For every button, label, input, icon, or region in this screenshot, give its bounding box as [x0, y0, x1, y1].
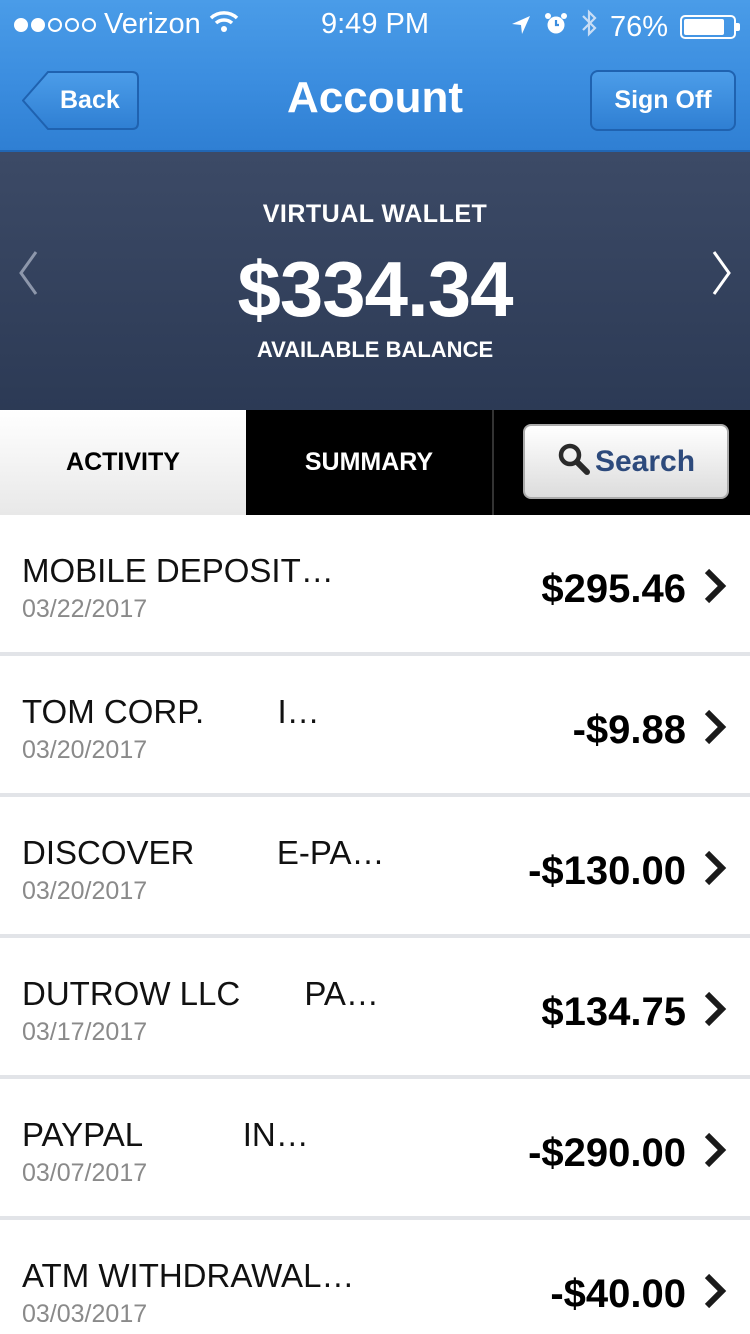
alarm-icon	[544, 11, 568, 44]
transaction-description: PAYPAL IN…	[22, 1116, 309, 1153]
transaction-row[interactable]: ATM WITHDRAWAL… 03/03/2017 -$40.00	[0, 1220, 750, 1334]
sign-off-button[interactable]: Sign Off	[590, 70, 736, 131]
tab-bar: ACTIVITY SUMMARY Search	[0, 410, 750, 515]
transaction-description: MOBILE DEPOSIT…	[22, 552, 334, 589]
location-icon	[510, 11, 532, 44]
transaction-description: DUTROW LLC PA…	[22, 975, 379, 1012]
transaction-amount: $134.75	[541, 990, 686, 1034]
balance-caption: AVAILABLE BALANCE	[256, 337, 494, 362]
transaction-date: 03/20/2017	[22, 736, 148, 764]
transaction-date: 03/07/2017	[22, 1159, 148, 1187]
chevron-right-icon	[702, 567, 728, 610]
transaction-row[interactable]: PAYPAL IN… 03/07/2017 -$290.00	[0, 1079, 750, 1220]
transaction-date: 03/03/2017	[22, 1300, 148, 1328]
transaction-amount: -$40.00	[550, 1272, 686, 1316]
search-icon	[557, 442, 591, 481]
bluetooth-icon	[580, 8, 598, 46]
transaction-row[interactable]: DUTROW LLC PA… 03/17/2017 $134.75	[0, 938, 750, 1079]
transaction-date: 03/17/2017	[22, 1018, 148, 1046]
chevron-right-icon	[702, 1131, 728, 1174]
battery-icon	[680, 15, 740, 39]
header: Verizon 9:49 PM 76% Back Account Sign Of…	[0, 0, 750, 152]
battery-percentage: 76%	[609, 10, 668, 43]
chevron-right-icon	[702, 990, 728, 1033]
transaction-row[interactable]: TOM CORP. I… 03/20/2017 -$9.88	[0, 656, 750, 797]
balance-panel: VIRTUAL WALLET $334.34 AVAILABLE BALANCE	[0, 152, 750, 410]
transaction-date: 03/22/2017	[22, 595, 148, 623]
transaction-amount: -$130.00	[528, 849, 686, 893]
tab-divider	[492, 410, 494, 515]
transaction-amount: -$290.00	[528, 1131, 686, 1175]
status-bar: Verizon 9:49 PM 76%	[0, 0, 750, 50]
tab-activity[interactable]: ACTIVITY	[0, 410, 246, 515]
tab-summary[interactable]: SUMMARY	[246, 410, 492, 515]
transaction-description: ATM WITHDRAWAL…	[22, 1257, 355, 1294]
next-account-chevron-right-icon[interactable]	[710, 248, 734, 303]
transaction-row[interactable]: DISCOVER E-PA… 03/20/2017 -$130.00	[0, 797, 750, 938]
account-name: VIRTUAL WALLET	[262, 200, 488, 228]
transaction-description: TOM CORP. I…	[22, 693, 320, 730]
search-button-label: Search	[594, 444, 696, 478]
transaction-row[interactable]: MOBILE DEPOSIT… 03/22/2017 $295.46	[0, 515, 750, 656]
transaction-list: MOBILE DEPOSIT… 03/22/2017 $295.46 TOM C…	[0, 515, 750, 1334]
transaction-date: 03/20/2017	[22, 877, 148, 905]
transaction-description: DISCOVER E-PA…	[22, 834, 385, 871]
transaction-amount: $295.46	[541, 567, 686, 611]
chevron-right-icon	[702, 708, 728, 751]
transaction-amount: -$9.88	[572, 708, 686, 752]
balance-amount: $334.34	[237, 245, 514, 333]
search-button[interactable]: Search	[523, 424, 729, 499]
chevron-right-icon	[702, 1272, 728, 1315]
chevron-right-icon	[702, 849, 728, 892]
